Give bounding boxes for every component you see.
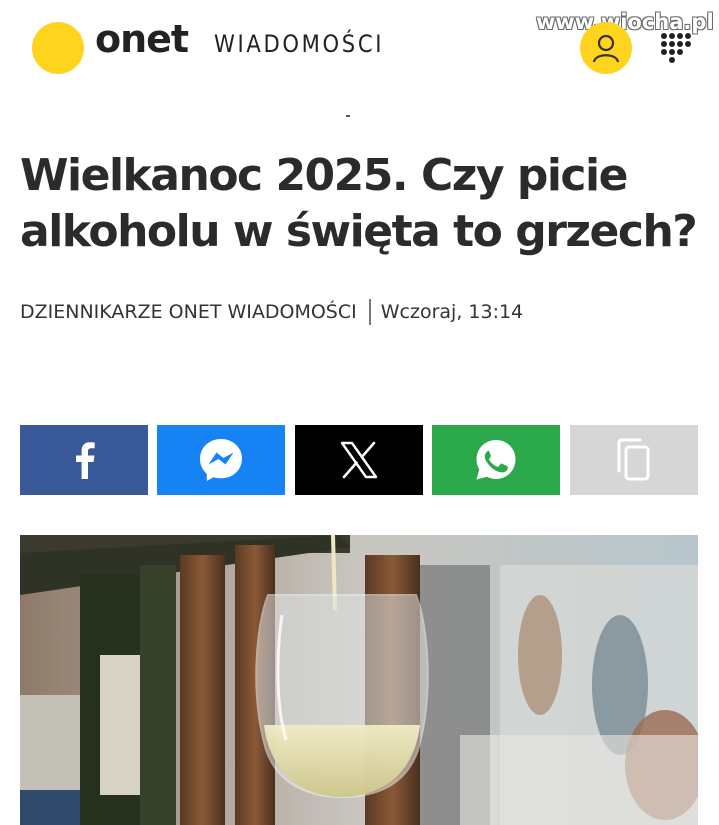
wine-glass-photo <box>20 535 698 825</box>
share-whatsapp-button[interactable] <box>432 425 560 495</box>
share-buttons <box>20 425 698 495</box>
article-title: Wielkanoc 2025. Czy picie alkoholu w świ… <box>20 150 698 257</box>
account-button[interactable] <box>580 22 632 74</box>
share-messenger-button[interactable] <box>157 425 285 495</box>
article-hero-image[interactable] <box>20 535 698 825</box>
share-x-button[interactable] <box>295 425 423 495</box>
share-facebook-button[interactable] <box>20 425 148 495</box>
messenger-icon <box>200 439 242 481</box>
copy-link-button[interactable] <box>570 425 698 495</box>
onet-logo-dot-icon[interactable] <box>32 22 84 74</box>
copy-icon <box>617 438 650 481</box>
grid-menu-icon <box>661 33 691 63</box>
divider-mark <box>346 115 350 117</box>
x-icon <box>340 441 378 479</box>
facebook-icon <box>76 442 95 479</box>
publish-time: Wczoraj, 13:14 <box>380 301 524 323</box>
user-icon <box>592 34 620 63</box>
section-name[interactable]: WIADOMOŚCI <box>214 32 384 56</box>
article-byline: DZIENNIKARZE ONET WIADOMOŚCI Wczoraj, 13… <box>20 298 523 326</box>
brand-name[interactable]: onet <box>95 20 189 58</box>
menu-button[interactable] <box>656 28 696 68</box>
byline-separator <box>368 299 371 325</box>
site-header: onet WIADOMOŚCI www.wiocha.pl <box>0 0 719 92</box>
whatsapp-icon <box>476 440 516 480</box>
author-link[interactable]: DZIENNIKARZE ONET WIADOMOŚCI <box>20 301 357 323</box>
